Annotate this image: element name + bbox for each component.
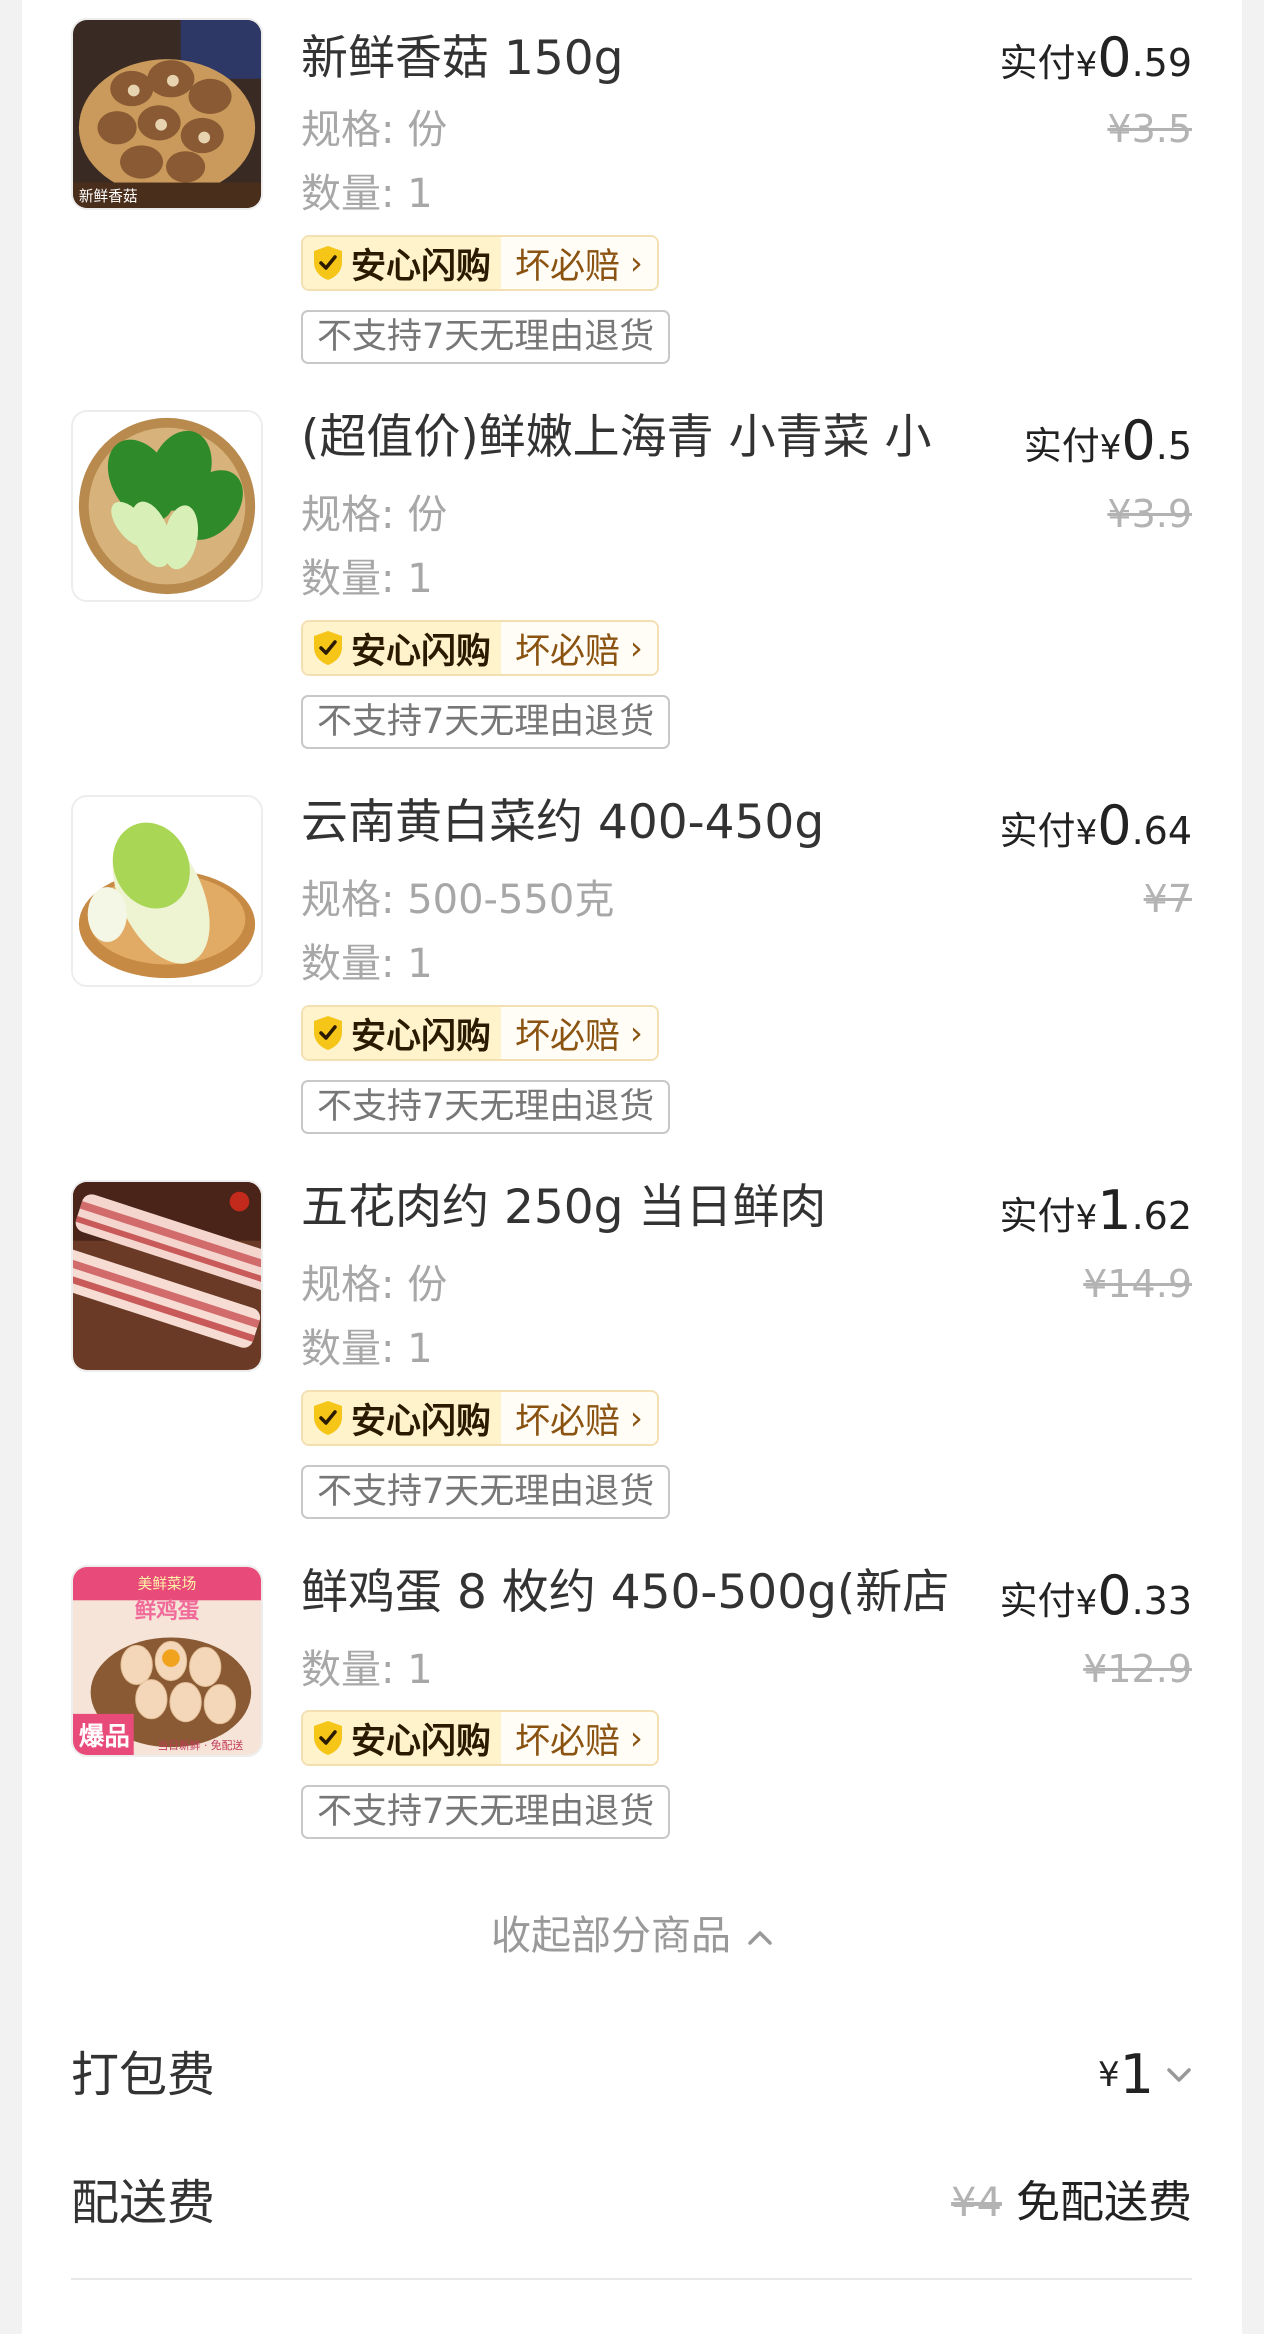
divider [71, 2278, 1192, 2280]
delivery-fee-label: 配送费 [71, 2175, 216, 2231]
chevron-up-icon [748, 1931, 772, 1945]
guarantee-badge[interactable]: 安心闪购 坏必赔 › [301, 235, 659, 291]
guarantee-badge[interactable]: 安心闪购 坏必赔 › [301, 1005, 659, 1061]
guarantee-badge[interactable]: 安心闪购 坏必赔 › [301, 1710, 659, 1766]
delivery-fee-row: 配送费 ¥4 免配送费 [22, 2163, 1242, 2243]
chevron-right-icon: › [630, 1399, 643, 1437]
product-spec: 规格: 份 [301, 1262, 448, 1308]
original-price: ¥3.9 [1107, 492, 1192, 536]
guarantee-badge[interactable]: 安心闪购 坏必赔 › [301, 1390, 659, 1446]
chevron-right-icon: › [630, 1014, 643, 1052]
product-image-mushroom[interactable]: 新鲜香菇 [71, 18, 263, 210]
product-image-bok-choy[interactable] [71, 410, 263, 602]
product-quantity: 数量: 1 [301, 941, 433, 987]
chevron-right-icon: › [630, 629, 643, 667]
chevron-down-icon [1167, 2068, 1191, 2082]
product-quantity: 数量: 1 [301, 171, 433, 217]
shield-check-icon [314, 246, 342, 280]
product-spec: 规格: 份 [301, 492, 448, 538]
shield-check-icon [314, 1401, 342, 1435]
original-price: ¥3.5 [1107, 107, 1192, 151]
packing-fee-row[interactable]: 打包费 ¥1 [22, 2035, 1242, 2115]
paid-price: 实付¥0.33 [999, 1564, 1192, 1627]
delivery-fee-original: ¥4 [951, 2180, 1002, 2226]
product-quantity: 数量: 1 [301, 556, 433, 602]
svg-text:爆品: 爆品 [79, 1722, 130, 1752]
collapse-items-button[interactable]: 收起部分商品 [22, 1908, 1242, 1964]
no-return-tag: 不支持7天无理由退货 [301, 1785, 671, 1839]
shield-check-icon [314, 631, 342, 665]
svg-text:新鲜香菇: 新鲜香菇 [79, 188, 138, 205]
product-spec: 规格: 500-550克 [301, 877, 615, 923]
product-title[interactable]: (超值价)鲜嫩上海青 小青菜 小 [301, 409, 981, 467]
product-quantity: 数量: 1 [301, 1326, 433, 1372]
original-price: ¥14.9 [1083, 1262, 1192, 1306]
paid-price: 实付¥0.5 [1023, 409, 1192, 472]
product-image-eggs[interactable]: 美鲜菜场 鲜鸡蛋 爆品 当日新鲜 · 免配送 [71, 1565, 263, 1757]
guarantee-badge[interactable]: 安心闪购 坏必赔 › [301, 620, 659, 676]
product-image-pork-belly[interactable] [71, 1180, 263, 1372]
delivery-fee-value: ¥4 免配送费 [951, 2173, 1192, 2233]
order-items-card: 新鲜香菇 新鲜香菇 150g 规格: 份 数量: 1 实付¥0.59 ¥3.5 … [22, 0, 1242, 2334]
original-price: ¥7 [1143, 877, 1192, 921]
shield-check-icon [314, 1016, 342, 1050]
product-title[interactable]: 云南黄白菜约 400-450g [301, 794, 981, 852]
chevron-right-icon: › [630, 244, 643, 282]
chevron-right-icon: › [630, 1719, 643, 1757]
svg-text:鲜鸡蛋: 鲜鸡蛋 [135, 1598, 200, 1624]
no-return-tag: 不支持7天无理由退货 [301, 1465, 671, 1519]
svg-text:当日新鲜 · 免配送: 当日新鲜 · 免配送 [157, 1739, 243, 1752]
product-spec: 规格: 份 [301, 107, 448, 153]
product-quantity: 数量: 1 [301, 1647, 433, 1693]
no-return-tag: 不支持7天无理由退货 [301, 1080, 671, 1134]
product-image-cabbage[interactable] [71, 795, 263, 987]
packing-fee-value[interactable]: ¥1 [1098, 2045, 1192, 2105]
product-title[interactable]: 鲜鸡蛋 8 枚约 450-500g(新店 [301, 1564, 981, 1622]
no-return-tag: 不支持7天无理由退货 [301, 695, 671, 749]
packing-fee-label: 打包费 [71, 2047, 216, 2103]
paid-price: 实付¥1.62 [999, 1179, 1192, 1242]
product-title[interactable]: 五花肉约 250g 当日鲜肉 [301, 1179, 981, 1237]
original-price: ¥12.9 [1083, 1647, 1192, 1691]
paid-price: 实付¥0.59 [999, 26, 1192, 89]
paid-price: 实付¥0.64 [999, 794, 1192, 857]
svg-text:美鲜菜场: 美鲜菜场 [138, 1576, 197, 1593]
no-return-tag: 不支持7天无理由退货 [301, 310, 671, 364]
product-title[interactable]: 新鲜香菇 150g [301, 30, 981, 88]
delivery-fee-free: 免配送费 [1016, 2177, 1192, 2228]
shield-check-icon [314, 1721, 342, 1755]
